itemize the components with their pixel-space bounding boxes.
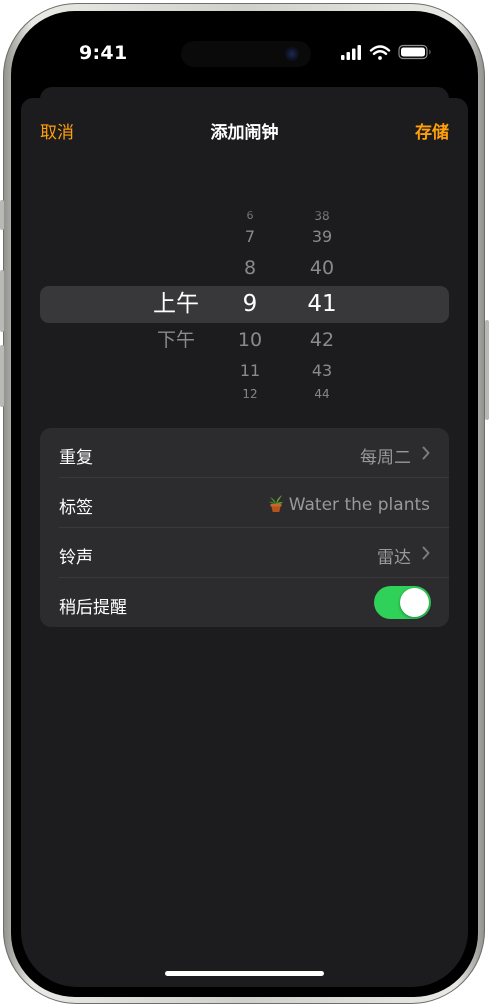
wifi-icon bbox=[369, 45, 391, 60]
repeat-row[interactable]: 重复 每周二 bbox=[40, 428, 449, 478]
hour-option[interactable]: 7 bbox=[219, 229, 281, 245]
hour-option-selected[interactable]: 9 bbox=[219, 293, 281, 316]
save-button[interactable]: 存储 bbox=[415, 118, 449, 143]
minute-option-selected[interactable]: 41 bbox=[291, 293, 353, 316]
snooze-label: 稍后提醒 bbox=[59, 598, 127, 618]
snooze-toggle[interactable] bbox=[374, 586, 431, 619]
status-time: 9:41 bbox=[79, 42, 128, 64]
tag-label: 标签 bbox=[59, 498, 93, 518]
action-button bbox=[0, 200, 4, 230]
hour-option[interactable]: 10 bbox=[219, 331, 281, 350]
battery-icon bbox=[398, 44, 431, 60]
time-picker[interactable]: 上午 下午 6 7 8 9 10 11 12 38 39 40 41 42 43… bbox=[21, 198, 468, 418]
status-icons bbox=[341, 44, 431, 60]
minute-option[interactable]: 39 bbox=[291, 229, 353, 245]
home-indicator[interactable] bbox=[165, 971, 324, 976]
front-camera bbox=[285, 47, 299, 61]
tag-value: Water the plants bbox=[288, 495, 430, 515]
hour-option[interactable]: 8 bbox=[219, 259, 281, 278]
toggle-knob bbox=[400, 588, 429, 617]
picker-fade-top bbox=[21, 198, 468, 220]
alarm-settings-group: 重复 每周二 标签 Water the plants 铃声 雷达 稍后提醒 bbox=[40, 428, 449, 627]
signal-icon bbox=[341, 45, 361, 60]
tag-row[interactable]: 标签 Water the plants bbox=[40, 478, 449, 528]
sound-value: 雷达 bbox=[377, 548, 411, 568]
repeat-value: 每周二 bbox=[360, 448, 411, 468]
chevron-right-icon bbox=[422, 546, 430, 560]
side-button bbox=[485, 320, 489, 420]
minute-option[interactable]: 42 bbox=[291, 331, 353, 350]
add-alarm-sheet: 取消 添加闹钟 存储 上午 下午 6 7 8 9 10 11 12 38 39 … bbox=[21, 98, 468, 987]
chevron-right-icon bbox=[422, 446, 430, 460]
picker-fade-bottom bbox=[21, 394, 468, 418]
screen: 9:41 取消 添加闹钟 存储 上午 下午 7 8 9 10 11 39 40 … bbox=[21, 21, 468, 987]
volume-up-button bbox=[0, 270, 4, 332]
ampm-option-pm[interactable]: 下午 bbox=[136, 331, 216, 350]
sheet-title: 添加闹钟 bbox=[210, 123, 279, 143]
status-bar: 9:41 bbox=[21, 21, 468, 85]
ampm-option-am[interactable]: 上午 bbox=[136, 293, 216, 316]
minute-option[interactable]: 40 bbox=[291, 259, 353, 278]
minute-option[interactable]: 43 bbox=[291, 363, 353, 379]
tag-value-container: Water the plants bbox=[266, 493, 430, 515]
volume-down-button bbox=[0, 345, 4, 407]
snooze-row: 稍后提醒 bbox=[40, 578, 449, 627]
hour-option[interactable]: 11 bbox=[219, 363, 281, 379]
sound-row[interactable]: 铃声 雷达 bbox=[40, 528, 449, 578]
repeat-label: 重复 bbox=[59, 448, 93, 468]
sound-label: 铃声 bbox=[59, 548, 93, 568]
potted-plant-icon bbox=[268, 495, 283, 512]
